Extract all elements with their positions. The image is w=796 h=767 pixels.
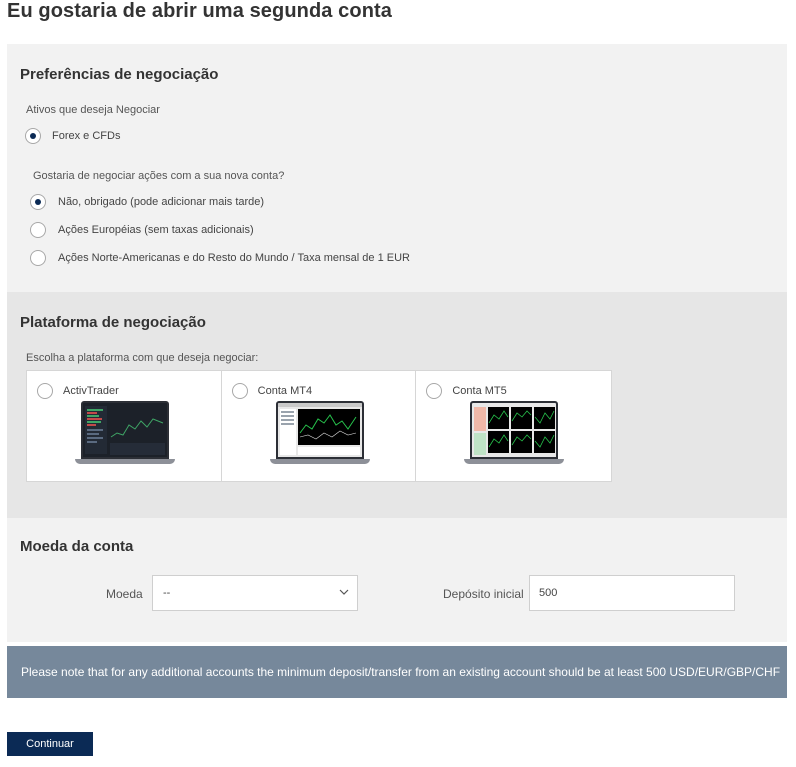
radio-mt5[interactable] xyxy=(426,383,443,399)
platform-label-mt4: Conta MT4 xyxy=(257,385,313,397)
section-title-preferences: Preferências de negociação xyxy=(20,66,219,83)
currency-label: Moeda xyxy=(106,587,143,601)
radio-label-stocks-european: Ações Européias (sem taxas adicionais) xyxy=(58,224,254,236)
currency-select-value: -- xyxy=(163,587,171,599)
radio-stocks-us-world[interactable] xyxy=(30,250,46,266)
section-title-platform: Plataforma de negociação xyxy=(20,314,206,331)
activtrader-laptop-image xyxy=(75,401,175,465)
platform-choose-label: Escolha a plataforma com que deseja nego… xyxy=(26,352,259,364)
assets-label: Ativos que deseja Negociar xyxy=(26,104,160,116)
platform-label-activtrader: ActivTrader xyxy=(63,385,119,397)
platform-card-mt4[interactable]: Conta MT4 xyxy=(222,371,417,481)
platform-options: ActivTrader Conta MT4 Conta MT5 xyxy=(26,370,612,482)
stocks-question-label: Gostaria de negociar ações com a sua nov… xyxy=(33,170,285,182)
mt5-laptop-image xyxy=(464,401,565,465)
deposit-label: Depósito inicial xyxy=(443,587,524,601)
radio-forex-cfds[interactable] xyxy=(25,128,41,144)
mt4-laptop-image xyxy=(269,401,370,465)
platform-label-mt5: Conta MT5 xyxy=(452,385,507,397)
radio-stocks-european[interactable] xyxy=(30,222,46,238)
radio-label-stocks-us-world: Ações Norte-Americanas e do Resto do Mun… xyxy=(58,252,410,264)
chevron-down-icon xyxy=(339,589,349,595)
continue-button[interactable]: Continuar xyxy=(7,732,93,756)
platform-card-mt5[interactable]: Conta MT5 xyxy=(416,371,611,481)
radio-stocks-no[interactable] xyxy=(30,194,46,210)
trading-preferences-section: Preferências de negociação Ativos que de… xyxy=(7,44,787,292)
page-title: Eu gostaria de abrir uma segunda conta xyxy=(7,0,393,22)
section-title-currency: Moeda da conta xyxy=(20,538,134,555)
radio-mt4[interactable] xyxy=(231,383,248,399)
trading-platform-section: Plataforma de negociação Escolha a plata… xyxy=(7,292,787,518)
minimum-deposit-notice: Please note that for any additional acco… xyxy=(7,646,787,698)
platform-card-activtrader[interactable]: ActivTrader xyxy=(27,371,222,481)
initial-deposit-input[interactable] xyxy=(529,575,735,611)
notice-text: Please note that for any additional acco… xyxy=(21,665,781,679)
account-currency-section: Moeda da conta Moeda -- Depósito inicial xyxy=(7,518,787,642)
radio-label-forex-cfds: Forex e CFDs xyxy=(52,130,121,142)
radio-label-stocks-no: Não, obrigado (pode adicionar mais tarde… xyxy=(58,196,265,208)
currency-select[interactable]: -- xyxy=(152,575,358,611)
radio-activtrader[interactable] xyxy=(37,383,53,399)
